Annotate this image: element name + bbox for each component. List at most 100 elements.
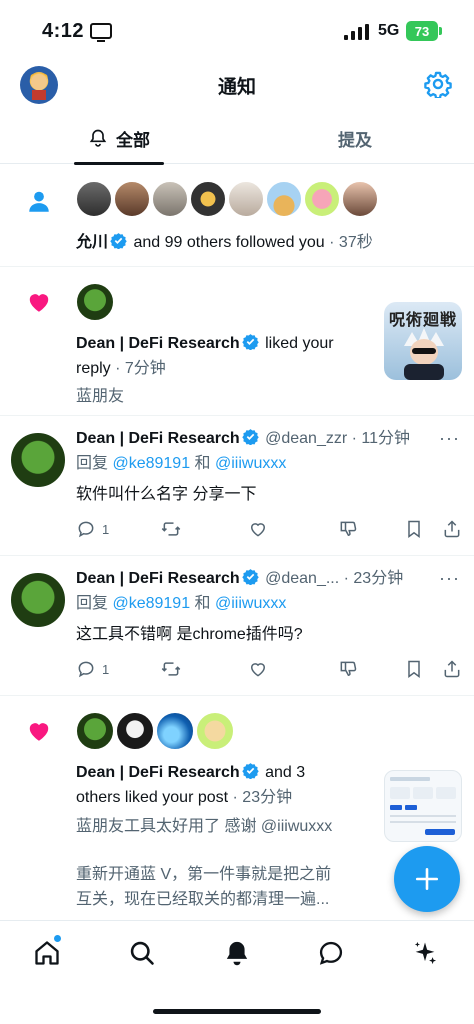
verified-icon [110, 233, 127, 249]
like-text: liked your [260, 335, 334, 352]
notification-text: Dean | DeFi Research liked your [76, 331, 334, 356]
like-icon [250, 523, 266, 537]
like-button[interactable] [248, 519, 338, 539]
quoted-text: 蓝朋友工具太好用了 感谢 @iiiwuxxx [76, 814, 332, 839]
tab-search[interactable] [122, 933, 162, 973]
compose-button[interactable] [394, 846, 460, 912]
avatar[interactable] [114, 181, 150, 217]
tweet-header: Dean | DeFi Research @dean_zzr · 11分钟 [76, 426, 410, 451]
bookmark-icon [408, 520, 420, 538]
more-options-icon[interactable]: ··· [439, 428, 460, 449]
like-text: and 3 [260, 764, 306, 781]
header: 通知 [0, 56, 474, 112]
verified-icon [241, 429, 259, 445]
notifications-icon [226, 941, 248, 966]
mention-link[interactable]: @iiiwuxxx [215, 595, 286, 612]
reply-icon [78, 521, 94, 538]
retweet-button[interactable] [160, 659, 248, 679]
battery-indicator: 73 [406, 21, 442, 41]
share-icon [444, 520, 460, 538]
mention-link[interactable]: @iiiwuxxx [215, 455, 286, 472]
dislike-icon [340, 661, 357, 677]
battery-level: 73 [414, 23, 430, 39]
search-icon [130, 941, 154, 965]
status-bar: 4:12 5G 73 [0, 0, 474, 56]
verified-icon [241, 763, 259, 779]
like-target: reply [76, 360, 111, 377]
avatar[interactable] [76, 283, 114, 321]
like-button[interactable] [248, 659, 338, 679]
user-name[interactable]: 允川 [76, 234, 108, 251]
media-thumbnail[interactable]: 呪術廻戦 [384, 302, 462, 380]
thumbnail-screenshot [390, 777, 456, 835]
new-content-dot [54, 935, 61, 942]
reply-button[interactable]: 1 [76, 519, 160, 539]
bookmark-button[interactable] [404, 659, 442, 679]
timestamp: · 11分钟 [347, 430, 411, 447]
tab-all-label: 全部 [116, 130, 150, 150]
share-icon [444, 660, 460, 678]
timestamp: · 37秒 [324, 234, 373, 251]
notification-follow[interactable]: 允川 and 99 others followed you · 37秒 [0, 165, 474, 267]
replying-to: 回复 @ke89191 和 @iiiwuxxx [76, 451, 286, 476]
home-indicator [153, 1009, 321, 1014]
bookmark-icon [408, 660, 420, 678]
avatar[interactable] [10, 432, 66, 488]
notification-like[interactable]: Dean | DeFi Research liked your reply · … [0, 267, 474, 416]
avatar[interactable] [156, 712, 194, 750]
heart-icon [29, 294, 49, 312]
notification-reply[interactable]: Dean | DeFi Research @dean_... · 23分钟 ··… [0, 556, 474, 696]
like-target: others liked your post [76, 789, 229, 806]
media-thumbnail[interactable] [384, 770, 462, 842]
avatar[interactable] [196, 712, 234, 750]
user-name[interactable]: Dean | DeFi Research [76, 570, 240, 587]
timestamp: · 23分钟 [228, 789, 293, 806]
tab-mentions-label: 提及 [338, 130, 372, 150]
reply-and: 和 [190, 455, 215, 472]
avatar[interactable] [304, 181, 340, 217]
avatar[interactable] [266, 181, 302, 217]
tab-notifications[interactable] [217, 933, 257, 973]
notification-text-line-2: reply · 7分钟 [76, 356, 166, 381]
tab-all[interactable]: 全部 [74, 112, 164, 165]
tweet-actions: 1 [76, 516, 462, 542]
reply-prefix: 回复 [76, 595, 113, 612]
quoted-text-line-1: 蓝朋友工具太好用了 感谢 [76, 818, 261, 835]
timestamp: · 7分钟 [110, 360, 166, 377]
tab-messages[interactable] [311, 933, 351, 973]
thumbnail-illustration [404, 328, 444, 380]
avatar[interactable] [190, 181, 226, 217]
retweet-button[interactable] [160, 519, 248, 539]
tab-home[interactable] [27, 933, 67, 973]
tab-grok[interactable] [405, 933, 445, 973]
user-name[interactable]: Dean | DeFi Research [76, 335, 240, 352]
more-options-icon[interactable]: ··· [439, 568, 460, 589]
avatar[interactable] [342, 181, 378, 217]
bookmark-button[interactable] [404, 519, 442, 539]
user-name[interactable]: Dean | DeFi Research [76, 430, 240, 447]
avatar[interactable] [152, 181, 188, 217]
avatar[interactable] [228, 181, 264, 217]
tab-mentions[interactable]: 提及 [310, 112, 400, 164]
gear-icon[interactable] [424, 70, 452, 98]
quoted-text: 蓝朋友 [76, 388, 125, 405]
share-button[interactable] [442, 659, 462, 679]
dislike-button[interactable] [338, 519, 404, 539]
avatar[interactable] [10, 572, 66, 628]
heart-icon [29, 723, 49, 741]
notification-text: Dean | DeFi Research and 3 [76, 760, 305, 785]
reply-button[interactable]: 1 [76, 659, 160, 679]
notification-reply[interactable]: Dean | DeFi Research @dean_zzr · 11分钟 ··… [0, 416, 474, 556]
dislike-button[interactable] [338, 659, 404, 679]
notification-text: 允川 and 99 others followed you · 37秒 [76, 230, 373, 255]
avatar[interactable] [76, 712, 114, 750]
avatar[interactable] [116, 712, 154, 750]
mention-link[interactable]: @ke89191 [112, 455, 190, 472]
reply-count: 1 [102, 521, 110, 537]
avatar[interactable] [76, 181, 112, 217]
screen-lock-icon [90, 23, 112, 42]
user-name[interactable]: Dean | DeFi Research [76, 764, 240, 781]
mention-link[interactable]: @ke89191 [112, 595, 190, 612]
verified-icon [241, 569, 259, 585]
share-button[interactable] [442, 519, 462, 539]
